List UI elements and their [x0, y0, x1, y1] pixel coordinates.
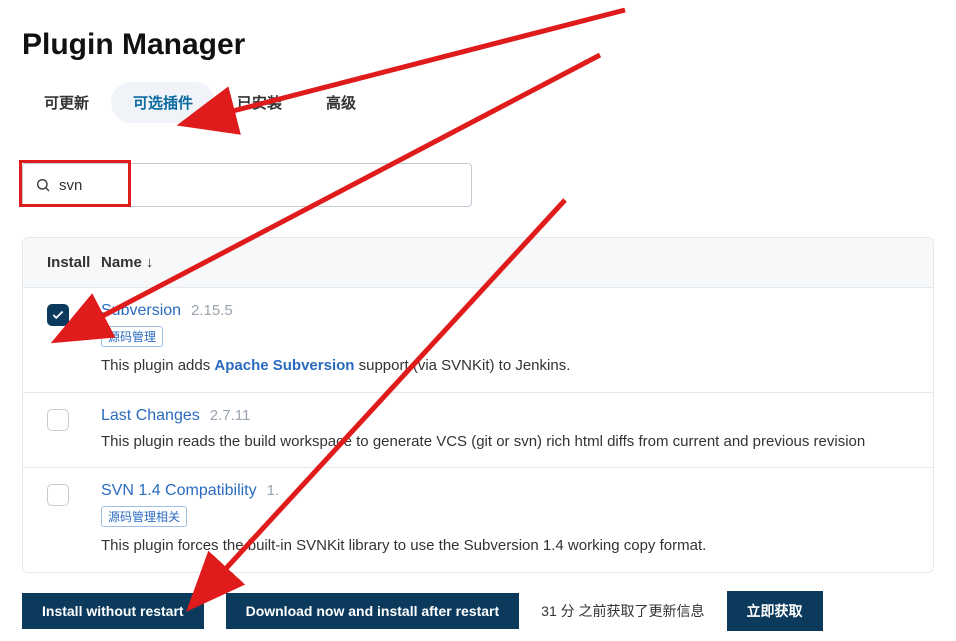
search-icon — [35, 177, 51, 193]
plugin-name-link[interactable]: Subversion — [101, 302, 181, 320]
plugin-name-link[interactable]: Last Changes — [101, 407, 200, 425]
plugin-version: 2.7.11 — [210, 407, 251, 424]
table-row: Last Changes 2.7.11 This plugin reads th… — [23, 393, 933, 469]
desc-text: This plugin forces the built-in SVNKit l… — [101, 537, 706, 554]
tab-available[interactable]: 可选插件 — [111, 82, 215, 123]
search-container — [22, 163, 956, 207]
check-icon — [51, 308, 65, 322]
bottom-action-bar: Install without restart Download now and… — [22, 591, 934, 631]
install-checkbox[interactable] — [47, 409, 69, 431]
table-row: SVN 1.4 Compatibility 1. 源码管理相关 This plu… — [23, 468, 933, 572]
plugin-version: 1. — [267, 482, 280, 499]
desc-link[interactable]: Apache Subversion — [214, 357, 354, 374]
tab-updates[interactable]: 可更新 — [22, 82, 111, 123]
install-checkbox[interactable] — [47, 304, 69, 326]
desc-text: support (via SVNKit) to Jenkins. — [354, 357, 570, 374]
col-name-label: Name — [101, 254, 142, 271]
plugin-description: This plugin adds Apache Subversion suppo… — [101, 355, 909, 378]
install-without-restart-button[interactable]: Install without restart — [22, 593, 204, 629]
tab-list: 可更新 可选插件 已安装 高级 — [22, 82, 956, 123]
col-install-header[interactable]: Install — [47, 254, 101, 271]
install-checkbox[interactable] — [47, 484, 69, 506]
desc-text: This plugin adds — [101, 357, 214, 374]
download-install-after-restart-button[interactable]: Download now and install after restart — [226, 593, 520, 629]
desc-text: This plugin reads the build workspace to… — [101, 433, 865, 450]
table-header: Install Name ↓ — [23, 238, 933, 288]
search-box[interactable] — [22, 163, 472, 207]
col-name-header[interactable]: Name ↓ — [101, 254, 153, 271]
tab-installed[interactable]: 已安装 — [215, 82, 304, 123]
plugin-version: 2.15.5 — [191, 302, 233, 319]
plugin-table: Install Name ↓ Subversion 2.15.5 源码管理 Th… — [22, 237, 934, 573]
plugin-description: This plugin forces the built-in SVNKit l… — [101, 535, 909, 558]
page-title: Plugin Manager — [22, 28, 956, 62]
plugin-name-link[interactable]: SVN 1.4 Compatibility — [101, 482, 257, 500]
update-info-text: 31 分 之前获取了更新信息 — [541, 601, 704, 621]
search-input[interactable] — [59, 177, 459, 194]
fetch-now-button[interactable]: 立即获取 — [727, 591, 823, 631]
plugin-category-tag[interactable]: 源码管理 — [101, 326, 163, 347]
plugin-description: This plugin reads the build workspace to… — [101, 431, 909, 454]
table-row: Subversion 2.15.5 源码管理 This plugin adds … — [23, 288, 933, 393]
plugin-category-tag[interactable]: 源码管理相关 — [101, 506, 187, 527]
tab-advanced[interactable]: 高级 — [304, 82, 378, 123]
sort-indicator-icon: ↓ — [146, 254, 154, 271]
